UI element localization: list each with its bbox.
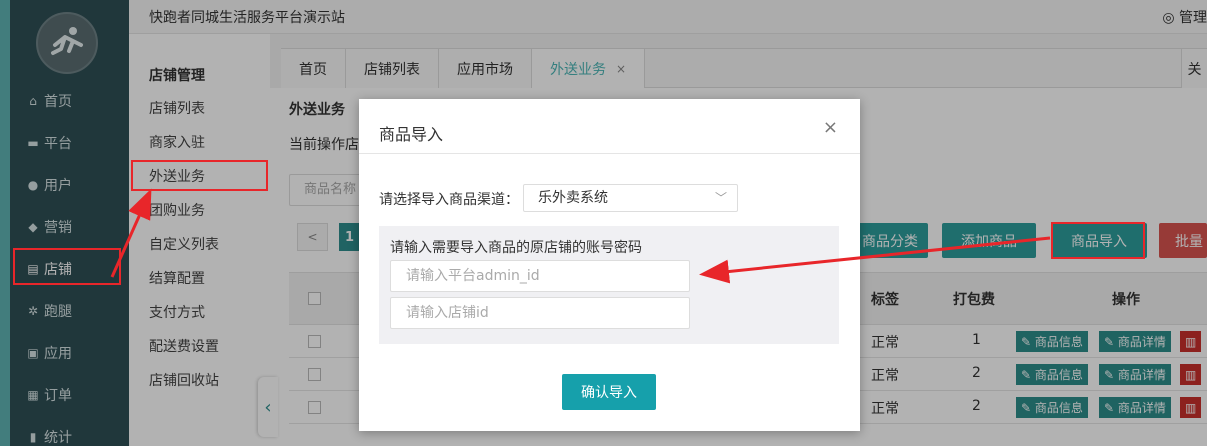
annotation-arrows <box>110 188 1051 284</box>
annotation-arrow-to-submenu <box>110 188 152 278</box>
annotation-arrow-to-dialog <box>699 236 1051 284</box>
